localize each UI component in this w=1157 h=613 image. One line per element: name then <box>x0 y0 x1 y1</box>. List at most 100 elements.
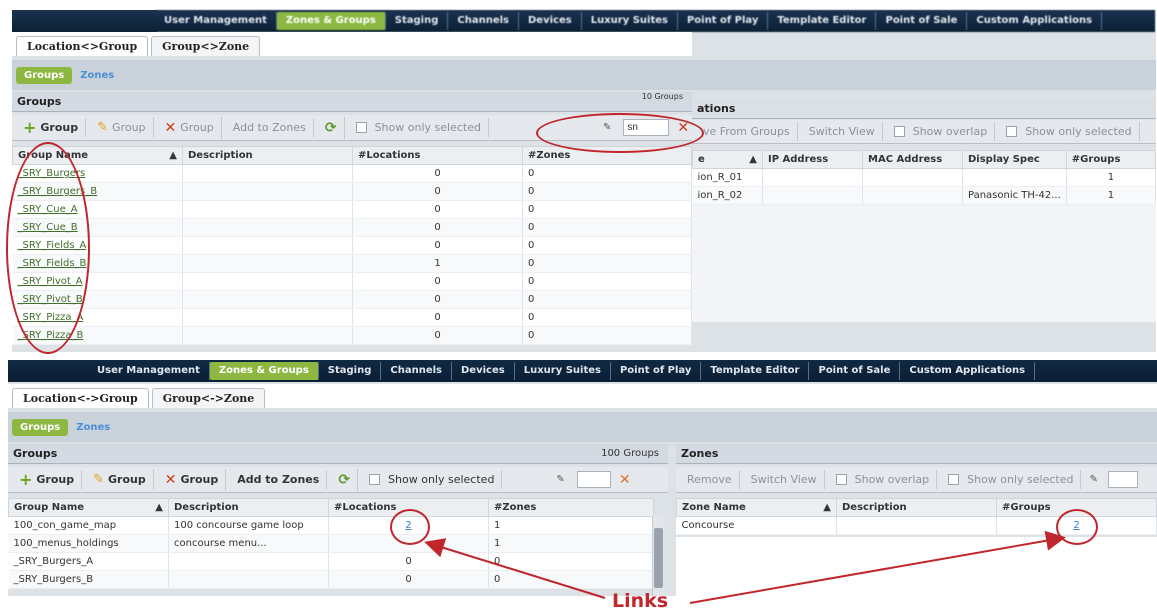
bottom-zones-show-only-selected[interactable]: Show only selected <box>941 470 1082 489</box>
bottom-search-input[interactable] <box>576 471 611 488</box>
bottom-zone-col-name[interactable]: Zone Name ▲ <box>676 498 837 517</box>
group-name-cell[interactable]: _SRY_Burgers_B <box>8 570 169 589</box>
top-nav-user-management[interactable]: User Management <box>155 12 277 30</box>
table-row[interactable]: _SRY_Fields_A 0 0 <box>12 236 692 255</box>
top-loc-col-groups[interactable]: #Groups <box>1065 150 1157 169</box>
groups-count-cell[interactable]: 1 <box>1066 168 1157 187</box>
bottom-nav-luxury-suites[interactable]: Luxury Suites <box>515 362 611 380</box>
top-loc-col-mac[interactable]: MAC Address <box>862 150 963 169</box>
top-groups-table: Group Name ▲ Description #Locations #Zone… <box>12 146 692 345</box>
bottom-switch-view-button[interactable]: Switch View <box>744 470 825 489</box>
bottom-col-description[interactable]: Description <box>168 498 329 517</box>
bottom-nav-custom-applications[interactable]: Custom Applications <box>900 362 1036 380</box>
bottom-edit-group-button[interactable]: ✎ Group <box>86 469 154 490</box>
groups-count-cell[interactable]: 1 <box>1066 186 1157 205</box>
table-row[interactable]: _SRY_Cue_A 0 0 <box>12 200 692 219</box>
group-name-cell[interactable]: 100_menus_holdings <box>8 534 169 553</box>
table-row[interactable]: 100_con_game_map 100 concourse game loop 2… <box>8 516 654 535</box>
top-nav-template-editor[interactable]: Template Editor <box>768 12 877 30</box>
top-nav-point-of-sale[interactable]: Point of Sale <box>876 12 968 30</box>
top-add-group-button[interactable]: + Group <box>16 118 87 137</box>
top-nav-point-of-play[interactable]: Point of Play <box>678 12 769 30</box>
bottom-col-group-name[interactable]: Group Name ▲ <box>8 498 169 517</box>
bottom-nav-channels[interactable]: Channels <box>381 362 452 380</box>
group-name-cell[interactable]: _SRY_Burgers_A <box>8 552 169 571</box>
bottom-nav-point-of-sale[interactable]: Point of Sale <box>809 362 901 380</box>
top-loc-col-display-spec[interactable]: Display Spec <box>962 150 1067 169</box>
bottom-zone-col-description[interactable]: Description <box>836 498 997 517</box>
top-show-overlap[interactable]: Show overlap <box>887 122 996 141</box>
table-row[interactable]: _SRY_Burgers_B 0 0 <box>8 570 654 589</box>
bottom-refresh-button[interactable]: ⟳ <box>331 468 359 491</box>
top-refresh-button[interactable]: ⟳ <box>318 116 345 139</box>
checkbox-icon <box>893 126 905 137</box>
bottom-groups-scrollbar[interactable] <box>652 516 664 596</box>
zone-name-cell[interactable]: Concourse <box>676 516 837 535</box>
top-edit-group-button[interactable]: ✎ Group <box>90 117 154 138</box>
top-navbar-left-fill <box>12 10 157 32</box>
table-row[interactable]: 100_menus_holdings concourse menu... 1 <box>8 534 654 553</box>
top-nav-channels[interactable]: Channels <box>448 12 519 30</box>
top-show-only-selected[interactable]: Show only selected <box>349 118 489 137</box>
top-tab-group-zone[interactable]: Group<>Zone <box>151 36 261 56</box>
bottom-groups-pill[interactable]: Groups <box>12 418 69 436</box>
zones-count-cell: 0 <box>522 164 692 183</box>
bottom-col-zones[interactable]: #Zones <box>488 498 654 517</box>
bottom-nav-template-editor[interactable]: Template Editor <box>701 362 810 380</box>
top-zones-link[interactable]: Zones <box>80 70 114 81</box>
top-nav-custom-applications[interactable]: Custom Applications <box>967 12 1103 30</box>
top-col-description[interactable]: Description <box>182 146 353 165</box>
locations-count-cell[interactable]: 0 <box>328 552 489 571</box>
top-nav-luxury-suites[interactable]: Luxury Suites <box>582 12 678 30</box>
top-nav-devices[interactable]: Devices <box>519 12 582 30</box>
annotation-label-links: Links <box>612 590 669 612</box>
scrollbar-thumb[interactable] <box>654 528 663 588</box>
bottom-nav-devices[interactable]: Devices <box>452 362 515 380</box>
bottom-remove-button[interactable]: Remove <box>680 470 740 489</box>
top-nav-staging[interactable]: Staging <box>386 12 449 30</box>
bottom-nav-point-of-play[interactable]: Point of Play <box>611 362 702 380</box>
table-row[interactable]: ion_R_02 Panasonic TH-42... 1 <box>692 186 1157 205</box>
top-loc-show-only-selected-label: Show only selected <box>1025 125 1132 138</box>
bottom-zones-panel-head: Zones <box>676 444 1157 464</box>
top-switch-view-button[interactable]: Switch View <box>802 122 883 141</box>
top-col-locations[interactable]: #Locations <box>352 146 523 165</box>
bottom-clear-search-icon[interactable]: ✕ <box>619 472 631 488</box>
table-row[interactable]: _SRY_Fields_B 1 0 <box>12 254 692 273</box>
bottom-zones-link[interactable]: Zones <box>76 422 110 433</box>
description-cell <box>182 164 353 183</box>
top-add-to-zones-button[interactable]: Add to Zones <box>226 118 314 137</box>
bottom-tab-group-zone[interactable]: Group<->Zone <box>151 388 266 408</box>
bottom-groups-panel-head: Groups 100 Groups <box>8 444 668 464</box>
group-name-cell[interactable]: 100_con_game_map <box>8 516 169 535</box>
top-groups-pill[interactable]: Groups <box>16 66 73 84</box>
bottom-zones-search-input[interactable] <box>1107 471 1138 488</box>
checkbox-icon <box>1006 126 1018 137</box>
table-row[interactable]: _SRY_Pivot_B 0 0 <box>12 290 692 309</box>
table-row[interactable]: _SRY_Burgers 0 0 <box>12 164 692 183</box>
table-row[interactable]: _SRY_Cue_B 0 0 <box>12 218 692 237</box>
bottom-show-only-selected[interactable]: Show only selected <box>362 470 503 489</box>
table-row[interactable]: _SRY_Burgers_A 0 0 <box>8 552 654 571</box>
top-loc-col-ip[interactable]: IP Address <box>762 150 863 169</box>
table-row[interactable]: _SRY_Burgers_B 0 0 <box>12 182 692 201</box>
top-delete-group-button[interactable]: ✕ Group <box>158 116 222 139</box>
table-row[interactable]: _SRY_Pivot_A 0 0 <box>12 272 692 291</box>
table-row[interactable]: _SRY_Pizza_A 0 0 <box>12 308 692 327</box>
bottom-delete-group-button[interactable]: ✕ Group <box>158 468 227 491</box>
table-row[interactable]: ion_R_01 1 <box>692 168 1157 187</box>
bottom-nav-zones-groups[interactable]: Zones & Groups <box>209 362 319 380</box>
top-tab-location-group[interactable]: Location<>Group <box>16 36 149 56</box>
top-nav-zones-groups[interactable]: Zones & Groups <box>276 12 386 30</box>
top-remove-from-groups-button[interactable]: ve From Groups <box>696 122 798 141</box>
bottom-show-overlap[interactable]: Show overlap <box>829 470 938 489</box>
bottom-nav-user-management[interactable]: User Management <box>88 362 210 380</box>
bottom-tab-location-group[interactable]: Location<->Group <box>12 388 149 408</box>
top-loc-col-name[interactable]: e ▲ <box>692 150 763 169</box>
top-loc-show-only-selected[interactable]: Show only selected <box>999 122 1140 141</box>
bottom-add-to-zones-button[interactable]: Add to Zones <box>230 470 328 489</box>
bottom-nav-staging[interactable]: Staging <box>319 362 382 380</box>
locations-count-cell[interactable]: 0 <box>328 570 489 589</box>
bottom-add-group-button[interactable]: + Group <box>12 470 83 489</box>
table-row[interactable]: _SRY_Pizza_B 0 0 <box>12 326 692 345</box>
